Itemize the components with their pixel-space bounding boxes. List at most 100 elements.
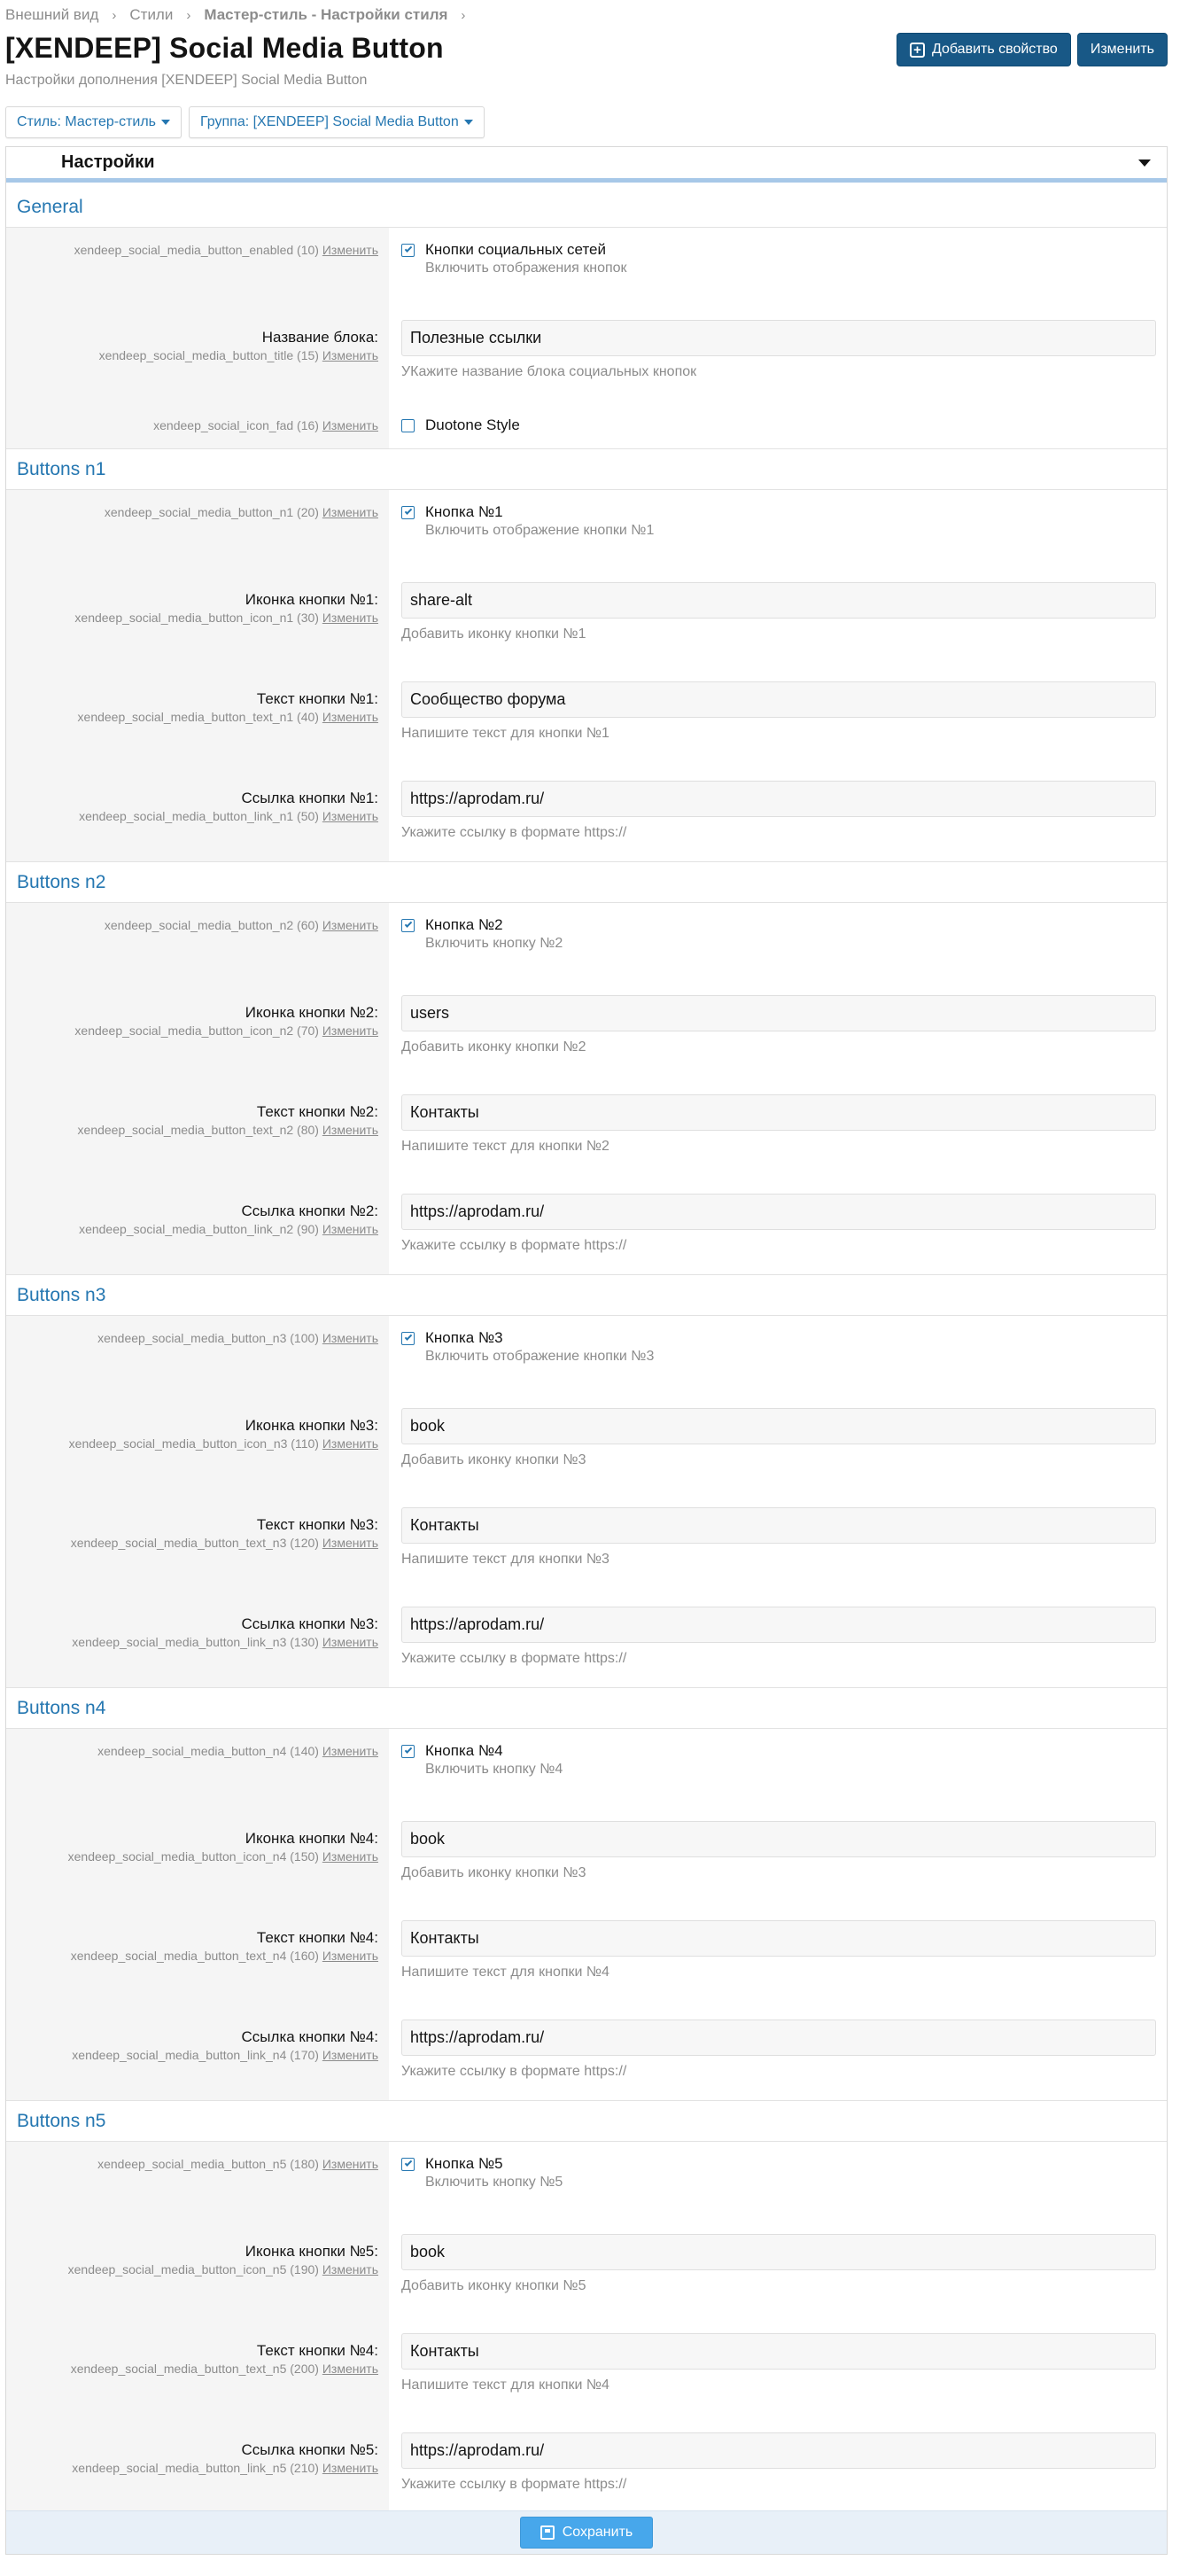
- option-edit-link[interactable]: Изменить: [322, 1849, 378, 1864]
- option-label-cell: Ссылка кнопки №3: xendeep_social_media_bu…: [6, 1607, 389, 1668]
- checkbox-checked[interactable]: [401, 243, 415, 257]
- option-control-cell: book Добавить иконку кнопки №3: [389, 1408, 1167, 1469]
- option-edit-link[interactable]: Изменить: [322, 1436, 378, 1451]
- option-id: xendeep_social_media_button_n1 (20) Изме…: [6, 504, 378, 520]
- option-edit-link[interactable]: Изменить: [322, 348, 378, 362]
- option-edit-link[interactable]: Изменить: [322, 1123, 378, 1137]
- option-id-text: xendeep_social_icon_fad (16): [153, 418, 319, 432]
- check-icon: [404, 2159, 412, 2167]
- text-input[interactable]: Контакты: [401, 1507, 1156, 1544]
- option-control-cell: Контакты Напишите текст для кнопки №4: [389, 1920, 1167, 1981]
- breadcrumb-item-appearance[interactable]: Внешний вид: [5, 6, 98, 24]
- option-id: xendeep_social_media_button_text_n3 (120…: [6, 1535, 378, 1551]
- group-body: xendeep_social_media_button_n2 (60) Изме…: [6, 903, 1167, 1275]
- checkbox-checked[interactable]: [401, 505, 415, 519]
- option-group: Buttons n4 xendeep_social_media_button_n4…: [6, 1688, 1167, 2101]
- option-row: Текст кнопки №2: xendeep_social_media_but…: [6, 1094, 1167, 1156]
- option-edit-link[interactable]: Изменить: [322, 418, 378, 432]
- save-label: Сохранить: [562, 2525, 633, 2540]
- page: Внешний вид › Стили › Мастер-стиль - Нас…: [0, 0, 1180, 2576]
- checkbox-unchecked[interactable]: [401, 418, 415, 432]
- option-hint: Напишите текст для кнопки №2: [401, 1139, 609, 1154]
- checkbox-label[interactable]: Кнопка №1: [425, 503, 503, 521]
- option-edit-link[interactable]: Изменить: [322, 2157, 378, 2171]
- settings-block: Настройки General xendeep_social_media_bu…: [5, 146, 1168, 2555]
- option-id: xendeep_social_media_button_icon_n5 (190…: [6, 2261, 378, 2277]
- option-edit-link[interactable]: Изменить: [322, 1023, 378, 1038]
- option-edit-link[interactable]: Изменить: [322, 1331, 378, 1345]
- text-input[interactable]: https://aprodam.ru/: [401, 1194, 1156, 1230]
- option-id-text: xendeep_social_media_button_icon_n4 (150…: [67, 1849, 319, 1864]
- option-id: xendeep_social_media_button_text_n2 (80)…: [6, 1122, 378, 1138]
- save-button[interactable]: Сохранить: [519, 2517, 654, 2549]
- option-id: xendeep_social_media_button_n3 (100) Изм…: [6, 1330, 378, 1346]
- option-label-cell: Иконка кнопки №5: xendeep_social_media_bu…: [6, 2234, 389, 2295]
- checkbox-label[interactable]: Кнопка №4: [425, 1742, 503, 1760]
- option-edit-link[interactable]: Изменить: [322, 918, 378, 932]
- breadcrumb-item-style-properties[interactable]: Мастер-стиль - Настройки стиля: [204, 6, 447, 24]
- option-label-cell: Текст кнопки №1: xendeep_social_media_but…: [6, 681, 389, 743]
- option-row: xendeep_social_media_button_n5 (180) Изм…: [6, 2154, 1167, 2191]
- option-edit-link[interactable]: Изменить: [322, 2362, 378, 2376]
- option-id-text: xendeep_social_media_button_link_n2 (90): [79, 1222, 319, 1236]
- option-edit-link[interactable]: Изменить: [322, 243, 378, 257]
- text-input[interactable]: Контакты: [401, 1920, 1156, 1957]
- text-input[interactable]: Контакты: [401, 1094, 1156, 1131]
- text-input[interactable]: https://aprodam.ru/: [401, 2432, 1156, 2469]
- checkbox-checked[interactable]: [401, 1331, 415, 1345]
- text-input[interactable]: https://aprodam.ru/: [401, 2020, 1156, 2056]
- option-edit-link[interactable]: Изменить: [322, 2262, 378, 2276]
- option-edit-link[interactable]: Изменить: [322, 710, 378, 724]
- breadcrumb-item-styles[interactable]: Стили: [129, 6, 173, 24]
- checkbox-checked[interactable]: [401, 1744, 415, 1758]
- option-edit-link[interactable]: Изменить: [322, 611, 378, 625]
- option-edit-link[interactable]: Изменить: [322, 1536, 378, 1550]
- checkbox-checked[interactable]: [401, 2157, 415, 2171]
- text-input[interactable]: Сообщество форума: [401, 681, 1156, 718]
- collapse-toggle-icon[interactable]: [1138, 159, 1151, 167]
- text-input[interactable]: users: [401, 995, 1156, 1031]
- text-input[interactable]: https://aprodam.ru/: [401, 1607, 1156, 1643]
- option-edit-link[interactable]: Изменить: [322, 2048, 378, 2062]
- add-property-button[interactable]: + Добавить свойство: [896, 33, 1071, 66]
- checkbox-label[interactable]: Duotone Style: [425, 416, 520, 434]
- option-control-cell: Duotone Style: [389, 416, 1167, 435]
- checkbox-line: Кнопка №5: [401, 2154, 1156, 2174]
- text-input[interactable]: book: [401, 2234, 1156, 2270]
- option-edit-link[interactable]: Изменить: [322, 809, 378, 823]
- option-id: xendeep_social_media_button_link_n2 (90)…: [6, 1221, 378, 1237]
- option-control-cell: book Добавить иконку кнопки №5: [389, 2234, 1167, 2295]
- group-filter-label: Группа: [XENDEEP] Social Media Button: [200, 114, 459, 129]
- group-body: xendeep_social_media_button_enabled (10)…: [6, 228, 1167, 449]
- group-filter-button[interactable]: Группа: [XENDEEP] Social Media Button: [189, 106, 485, 138]
- edit-button[interactable]: Изменить: [1076, 33, 1168, 66]
- option-id: xendeep_social_icon_fad (16) Изменить: [6, 417, 378, 433]
- checkbox-label[interactable]: Кнопка №5: [425, 2155, 503, 2173]
- option-label-cell: xendeep_social_media_button_n3 (100) Изм…: [6, 1328, 389, 1366]
- option-label: Ссылка кнопки №5:: [241, 2441, 378, 2458]
- text-input[interactable]: Контакты: [401, 2333, 1156, 2370]
- text-input[interactable]: https://aprodam.ru/: [401, 781, 1156, 817]
- option-control-cell: https://aprodam.ru/Укажите ссылку в форм…: [389, 1607, 1167, 1668]
- option-edit-link[interactable]: Изменить: [322, 1744, 378, 1758]
- option-id-text: xendeep_social_media_button_title (15): [98, 348, 319, 362]
- option-id-text: xendeep_social_media_button_icon_n2 (70): [74, 1023, 319, 1038]
- text-input[interactable]: Полезные ссылки: [401, 320, 1156, 356]
- option-edit-link[interactable]: Изменить: [322, 1949, 378, 1963]
- option-id-text: xendeep_social_media_button_link_n5 (210…: [72, 2461, 319, 2475]
- text-input[interactable]: book: [401, 1821, 1156, 1857]
- style-filter-button[interactable]: Стиль: Мастер-стиль: [5, 106, 182, 138]
- checkbox-label[interactable]: Кнопки социальных сетей: [425, 241, 606, 259]
- option-label: Иконка кнопки №3:: [245, 1417, 378, 1434]
- option-edit-link[interactable]: Изменить: [322, 2461, 378, 2475]
- text-input[interactable]: book: [401, 1408, 1156, 1444]
- option-edit-link[interactable]: Изменить: [322, 505, 378, 519]
- checkbox-label[interactable]: Кнопка №3: [425, 1329, 503, 1347]
- checkbox-label[interactable]: Кнопка №2: [425, 916, 503, 934]
- text-input[interactable]: share-alt: [401, 582, 1156, 619]
- option-row: xendeep_social_icon_fad (16) Изменить Duo…: [6, 416, 1167, 435]
- option-hint: Напишите текст для кнопки №4: [401, 2378, 609, 2393]
- option-edit-link[interactable]: Изменить: [322, 1635, 378, 1649]
- checkbox-checked[interactable]: [401, 918, 415, 932]
- option-edit-link[interactable]: Изменить: [322, 1222, 378, 1236]
